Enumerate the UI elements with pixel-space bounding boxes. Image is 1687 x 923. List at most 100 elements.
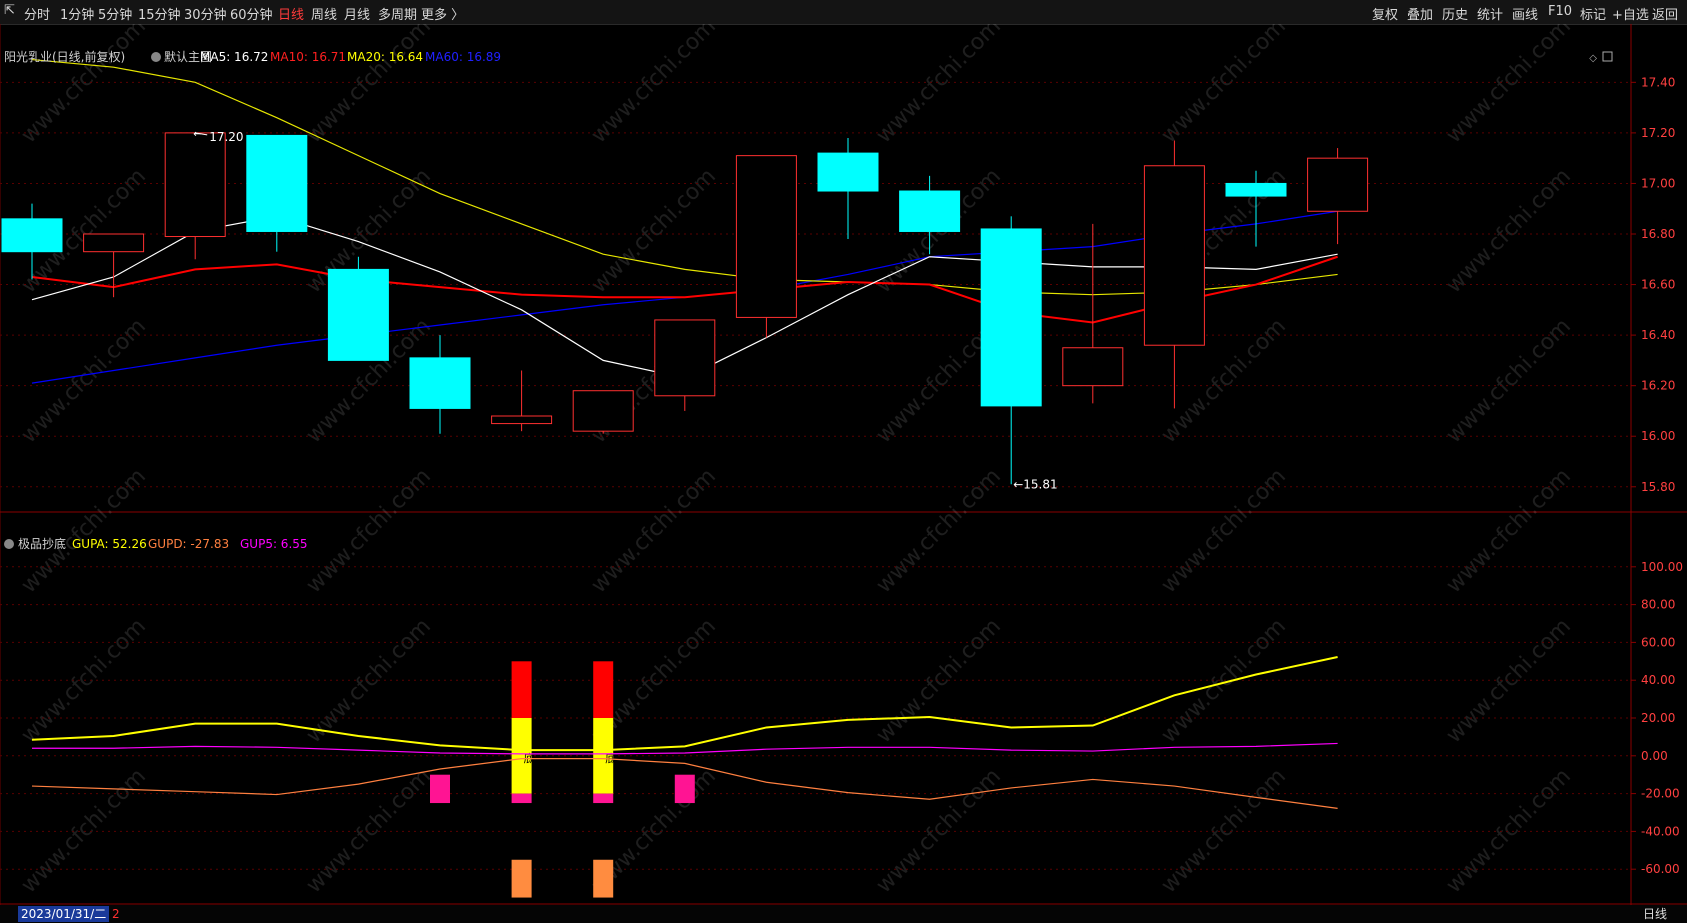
watermark: www.cfchi.com	[1442, 24, 1576, 148]
bottom-signal-label: 底	[524, 751, 535, 765]
tab-period-10[interactable]: 更多 〉	[421, 4, 464, 23]
stock-chart: www.cfchi.com www.cfchi.com www.cfchi.com w…	[0, 24, 1687, 905]
candle-body	[1307, 157, 1369, 212]
candle	[654, 319, 716, 411]
candle	[164, 132, 226, 260]
price-axis-label: 17.00	[1641, 176, 1675, 190]
watermark: www.cfchi.com	[872, 614, 1006, 748]
sub-legend-0: GUPA: 52.26	[72, 537, 147, 551]
tab-period-2[interactable]: 5分钟	[98, 4, 132, 23]
restore-window-icon[interactable]: ⇱	[4, 3, 15, 18]
watermark: www.cfchi.com	[587, 164, 721, 298]
status-period[interactable]: 日线	[1643, 906, 1667, 922]
price-axis-label: 16.60	[1641, 278, 1675, 292]
candle-body	[1, 218, 63, 253]
watermark: www.cfchi.com	[1157, 614, 1291, 748]
watermark: www.cfchi.com	[302, 24, 436, 148]
candle-body	[980, 228, 1042, 407]
sub-axis-label: 0.00	[1641, 749, 1668, 763]
sub-axis-label: 60.00	[1641, 635, 1675, 649]
watermark: www.cfchi.com	[17, 464, 151, 598]
tool-button-6[interactable]: 标记	[1580, 4, 1606, 23]
tab-period-8[interactable]: 月线	[344, 4, 370, 23]
high-arrow: ←	[193, 129, 201, 140]
price-axis-label: 16.80	[1641, 227, 1675, 241]
candle-body	[1143, 165, 1205, 346]
candle-body	[246, 134, 308, 232]
status-bar: 2023/01/31/二 2 日线	[0, 905, 1687, 923]
candle-body	[409, 357, 471, 409]
watermark: www.cfchi.com	[587, 464, 721, 598]
tab-period-1[interactable]: 1分钟	[60, 4, 94, 23]
watermark: www.cfchi.com	[302, 464, 436, 598]
ma-line-ma20	[31, 58, 1338, 296]
candle	[1143, 140, 1205, 409]
signal-bar-red	[511, 661, 532, 718]
tool-button-2[interactable]: 历史	[1442, 4, 1468, 23]
ma-legend-0: MA5: 16.72	[200, 50, 268, 64]
status-flag: 2	[112, 907, 120, 921]
tool-button-7[interactable]: +自选	[1612, 4, 1649, 23]
sub-legend-1: GUPD: -27.83	[148, 537, 229, 551]
sub-axis-label: 80.00	[1641, 598, 1675, 612]
watermark: www.cfchi.com	[1442, 164, 1576, 298]
tool-button-3[interactable]: 统计	[1477, 4, 1503, 23]
tab-period-7[interactable]: 周线	[311, 4, 337, 23]
price-axis-label: 16.40	[1641, 328, 1675, 342]
tab-period-9[interactable]: 多周期	[378, 4, 417, 23]
candle	[1062, 223, 1124, 404]
price-axis-label: 16.00	[1641, 429, 1675, 443]
candle-body	[654, 319, 716, 397]
candle	[817, 137, 879, 240]
sub-indicator-name: 极品抄底	[18, 536, 66, 551]
watermark: www.cfchi.com	[1442, 464, 1576, 598]
candle	[1307, 148, 1369, 245]
panel-toggle-icon: ◇	[1589, 53, 1597, 64]
watermark: www.cfchi.com	[17, 614, 151, 748]
watermark: www.cfchi.com	[1157, 464, 1291, 598]
tool-button-0[interactable]: 复权	[1372, 4, 1398, 23]
sub-axis-label: 40.00	[1641, 673, 1675, 687]
tab-period-4[interactable]: 30分钟	[184, 4, 227, 23]
candle	[246, 134, 308, 252]
indicator-settings-icon	[151, 52, 161, 62]
candle	[735, 155, 797, 338]
ma-legend-1: MA10: 16.71	[270, 50, 346, 64]
tab-period-0[interactable]: 分时	[24, 4, 50, 23]
indicator-line-gup5	[32, 742, 1338, 755]
ma-legend-2: MA20: 16.64	[347, 50, 423, 64]
watermark: www.cfchi.com	[872, 24, 1006, 148]
candle-body	[735, 155, 797, 318]
tab-period-5[interactable]: 60分钟	[230, 4, 273, 23]
bottom-signal-label: 底	[605, 751, 616, 765]
watermark: www.cfchi.com	[17, 314, 151, 448]
candle-body	[899, 190, 961, 232]
signal-bar-magenta	[593, 793, 614, 804]
tool-button-8[interactable]: 返回	[1652, 4, 1678, 23]
tool-button-5[interactable]: F10	[1548, 4, 1572, 19]
tool-button-1[interactable]: 叠加	[1407, 4, 1433, 23]
candle	[572, 390, 634, 434]
pink-signal-block	[430, 774, 450, 804]
candle-body	[572, 390, 634, 432]
candle-body	[491, 415, 553, 425]
candle	[409, 335, 471, 434]
tab-period-3[interactable]: 15分钟	[138, 4, 181, 23]
sub-axis-label: -20.00	[1641, 787, 1680, 801]
price-axis-label: 17.20	[1641, 126, 1675, 140]
tool-button-4[interactable]: 画线	[1512, 4, 1538, 23]
sub-axis-label: 20.00	[1641, 711, 1675, 725]
ma-legend-3: MA60: 16.89	[425, 50, 501, 64]
watermark: www.cfchi.com	[872, 464, 1006, 598]
low-price-marker: ←15.81	[1013, 477, 1057, 491]
sub-indicator-settings-icon	[4, 539, 14, 549]
tab-period-6[interactable]: 日线	[278, 4, 304, 23]
signal-bar-orange	[511, 859, 532, 898]
candle	[327, 256, 389, 361]
sub-axis-label: 100.00	[1641, 560, 1683, 574]
signal-bar-orange	[593, 859, 614, 898]
sub-legend-2: GUP5: 6.55	[240, 537, 308, 551]
watermark: www.cfchi.com	[302, 614, 436, 748]
signal-bar-magenta	[511, 793, 532, 804]
watermark: www.cfchi.com	[17, 24, 151, 148]
